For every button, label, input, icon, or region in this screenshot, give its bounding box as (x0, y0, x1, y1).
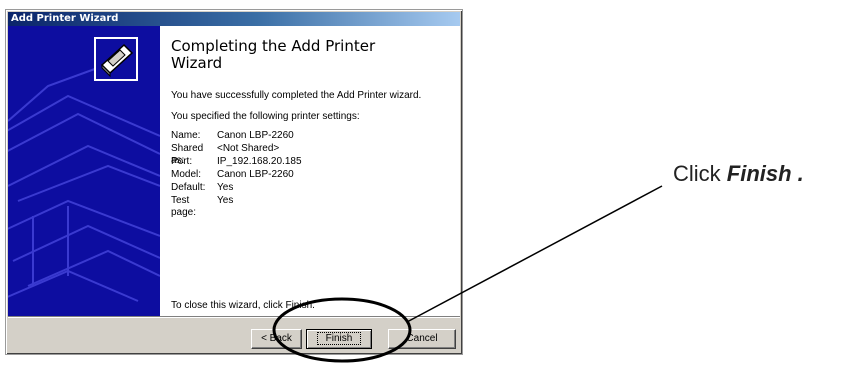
setting-value: Canon LBP-2260 (217, 130, 294, 141)
button-divider (8, 316, 460, 318)
setting-label: Default: (171, 182, 206, 193)
back-button[interactable]: < Back (251, 329, 302, 349)
setting-label: Model: (171, 169, 202, 180)
setting-row-default: Default: Yes (171, 182, 302, 195)
setting-value: Canon LBP-2260 (217, 169, 294, 180)
printer-wizard-icon (94, 37, 138, 81)
wizard-content: Completing the Add Printer Wizard You ha… (160, 26, 460, 316)
setting-row-model: Model: Canon LBP-2260 (171, 169, 302, 182)
instruction-callout: Click Finish . (673, 161, 804, 187)
page-title: Completing the Add Printer Wizard (171, 37, 376, 72)
close-instruction: To close this wizard, click Finish. (171, 300, 315, 311)
finish-button-label: Finish (316, 332, 362, 345)
setting-row-test-page: Test page: Yes (171, 195, 302, 218)
callout-prefix: Click (673, 161, 721, 186)
cancel-button[interactable]: Cancel (388, 329, 456, 349)
success-text: You have successfully completed the Add … (171, 90, 422, 101)
setting-row-name: Name: Canon LBP-2260 (171, 130, 302, 143)
settings-list: Name: Canon LBP-2260 Shared as: <Not Sha… (171, 130, 302, 218)
setting-label: Shared as: (171, 143, 204, 166)
add-printer-wizard-window: Add Printer Wizard Completing the Add Pr… (5, 9, 463, 355)
setting-label: Port: (171, 156, 193, 167)
setting-value: <Not Shared> (217, 143, 280, 154)
settings-intro: You specified the following printer sett… (171, 111, 360, 122)
setting-label: Name: (171, 130, 201, 141)
title-bar[interactable]: Add Printer Wizard (8, 12, 460, 26)
setting-value: Yes (217, 182, 234, 193)
callout-emphasis: Finish . (726, 161, 804, 186)
setting-value: IP_192.168.20.185 (217, 156, 302, 167)
wizard-banner (8, 26, 160, 316)
setting-value: Yes (217, 195, 234, 206)
finish-button[interactable]: Finish (306, 329, 372, 349)
setting-row-port: Port: IP_192.168.20.185 (171, 156, 302, 169)
setting-label: Test page: (171, 195, 197, 218)
window-title: Add Printer Wizard (11, 13, 119, 24)
setting-row-shared: Shared as: <Not Shared> (171, 143, 302, 166)
